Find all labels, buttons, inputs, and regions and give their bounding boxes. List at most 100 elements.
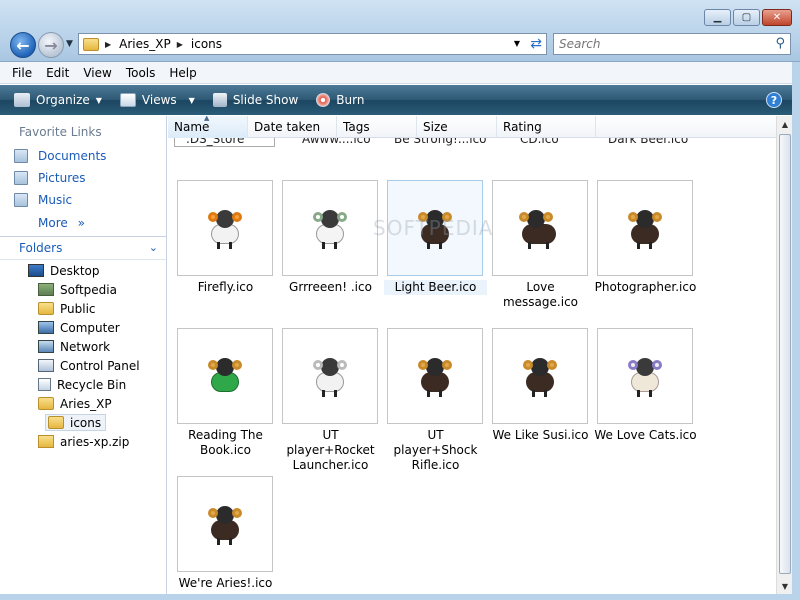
scroll-down-icon[interactable]: ▼ <box>777 578 793 594</box>
folder-icon <box>38 302 54 315</box>
sheep-icon <box>627 206 663 250</box>
recent-pages-dropdown[interactable]: ▼ <box>66 39 73 49</box>
slideshow-icon <box>212 93 227 107</box>
favorite-links-title: Favorite Links <box>19 125 102 139</box>
chevron-right-icon[interactable]: ▶ <box>177 40 183 49</box>
file-name: UT player+Rocket Launcher.ico <box>286 428 375 472</box>
file-name[interactable]: .DS_Store <box>186 138 244 146</box>
menu-file[interactable]: File <box>12 66 32 80</box>
icon-thumbnail <box>492 180 588 276</box>
file-item-were-aries[interactable]: We're Aries!.ico <box>174 476 277 591</box>
close-button[interactable]: ✕ <box>762 9 792 26</box>
tree-item-aries-xp[interactable]: Aries_XP <box>38 395 112 412</box>
file-item-ut-player-rocket-launcher[interactable]: UT player+Rocket Launcher.ico <box>279 328 382 473</box>
scroll-up-icon[interactable]: ▲ <box>777 116 793 132</box>
back-button[interactable]: ← <box>10 32 36 58</box>
recycle-bin-icon <box>38 378 51 391</box>
menu-bar: File Edit View Tools Help <box>0 62 800 84</box>
back-arrow-icon: ← <box>16 35 30 55</box>
tree-item-icons[interactable]: icons <box>45 414 107 431</box>
tree-item-desktop[interactable]: Desktop <box>28 262 100 279</box>
tree-item-label: Desktop <box>50 263 100 278</box>
more-label: More <box>38 216 68 230</box>
column-header-size[interactable]: Size <box>417 116 497 138</box>
icon-thumbnail <box>177 328 273 424</box>
search-box[interactable]: ⚲ <box>553 33 791 55</box>
menu-help[interactable]: Help <box>169 66 196 80</box>
tree-item-public[interactable]: Public <box>38 300 96 317</box>
burn-disc-icon <box>316 93 331 107</box>
views-button[interactable]: Views ▼ <box>119 93 195 107</box>
double-chevron-right-icon: » <box>77 216 85 230</box>
maximize-button[interactable]: ▢ <box>733 9 760 26</box>
chevron-right-icon[interactable]: ▶ <box>105 40 111 49</box>
more-links-button[interactable]: More » <box>38 216 85 230</box>
file-name: We're Aries!.ico <box>178 576 273 590</box>
column-headers: ▲ Name Date taken Tags Size Rating <box>168 116 776 138</box>
burn-button[interactable]: Burn <box>316 93 364 107</box>
file-item-grrreeen[interactable]: Grrreeen! .ico <box>279 180 382 295</box>
minimize-button[interactable]: ▁ <box>704 9 731 26</box>
file-name[interactable]: Awww....ico <box>302 138 371 146</box>
icon-thumbnail <box>282 328 378 424</box>
tree-item-label: Control Panel <box>60 358 140 373</box>
file-name[interactable]: CD.ico <box>520 138 559 146</box>
file-item-ut-player-shock-rifle[interactable]: UT player+Shock Rifle.ico <box>384 328 487 473</box>
menu-view[interactable]: View <box>83 66 111 80</box>
address-bar[interactable]: ▶ Aries_XP ▶ icons ▼ ⇄ <box>78 33 547 55</box>
file-name[interactable]: Dark Beer.ico <box>608 138 688 146</box>
chevron-down-icon: ⌄ <box>148 241 158 254</box>
file-name: Photographer.ico <box>594 280 697 294</box>
column-header-rating[interactable]: Rating <box>497 116 596 138</box>
refresh-icon[interactable]: ⇄ <box>530 36 542 52</box>
tree-item-computer[interactable]: Computer <box>38 319 120 336</box>
tree-item-label: Network <box>60 339 111 354</box>
favorite-link-pictures[interactable]: Pictures <box>14 171 86 185</box>
file-item-love-message[interactable]: Love message.ico <box>489 180 592 310</box>
favorite-link-music[interactable]: Music <box>14 193 72 207</box>
menu-edit[interactable]: Edit <box>46 66 69 80</box>
desktop-icon <box>28 264 44 277</box>
file-view: ▲ Name Date taken Tags Size Rating .DS_S… <box>168 116 776 594</box>
search-input[interactable] <box>559 37 759 51</box>
file-name[interactable]: Be Strong!...ico <box>394 138 487 146</box>
icon-thumbnail <box>387 328 483 424</box>
search-icon[interactable]: ⚲ <box>775 36 785 51</box>
column-header-date-taken[interactable]: Date taken <box>248 116 337 138</box>
sheep-icon <box>627 354 663 398</box>
file-item-we-like-susi[interactable]: We Like Susi.ico <box>489 328 592 443</box>
breadcrumb-aries-xp[interactable]: Aries_XP <box>119 37 171 51</box>
column-label: Rating <box>503 120 542 134</box>
zip-folder-icon <box>38 435 54 448</box>
burn-label: Burn <box>336 93 365 107</box>
column-header-name[interactable]: ▲ Name <box>168 116 248 138</box>
network-icon <box>38 340 54 353</box>
forward-button[interactable]: → <box>38 32 64 58</box>
tree-item-control-panel[interactable]: Control Panel <box>38 357 140 374</box>
organize-button[interactable]: Organize ▼ <box>14 93 102 107</box>
tree-item-network[interactable]: Network <box>38 338 110 355</box>
file-item-we-love-cats[interactable]: We Love Cats.ico <box>594 328 697 443</box>
tree-item-aries-xp-zip[interactable]: aries-xp.zip <box>38 433 129 450</box>
menu-tools[interactable]: Tools <box>126 66 156 80</box>
address-dropdown-icon[interactable]: ▼ <box>514 39 520 48</box>
column-header-tags[interactable]: Tags <box>337 116 417 138</box>
sheep-icon <box>207 354 243 398</box>
slide-show-button[interactable]: Slide Show <box>212 93 298 107</box>
vertical-scrollbar[interactable]: ▲ ▼ <box>776 116 792 594</box>
tree-item-softpedia[interactable]: Softpedia <box>38 281 117 298</box>
sheep-icon <box>312 206 348 250</box>
favorite-link-documents[interactable]: Documents <box>14 149 106 163</box>
scrollbar-thumb[interactable] <box>779 134 791 574</box>
breadcrumb-icons[interactable]: icons <box>191 37 222 51</box>
file-item-photographer[interactable]: Photographer.ico <box>594 180 697 295</box>
file-item-firefly[interactable]: Firefly.ico <box>174 180 277 295</box>
favorite-link-label: Music <box>38 193 73 207</box>
folders-header[interactable]: Folders ⌄ <box>0 236 166 260</box>
tree-item-recycle-bin[interactable]: Recycle Bin <box>38 376 126 393</box>
file-name: Grrreeen! .ico <box>289 280 372 294</box>
help-icon[interactable]: ? <box>766 92 782 108</box>
column-label: Date taken <box>254 120 321 134</box>
file-item-reading-the-book[interactable]: Reading The Book.ico <box>174 328 277 458</box>
folders-title: Folders <box>19 241 63 255</box>
